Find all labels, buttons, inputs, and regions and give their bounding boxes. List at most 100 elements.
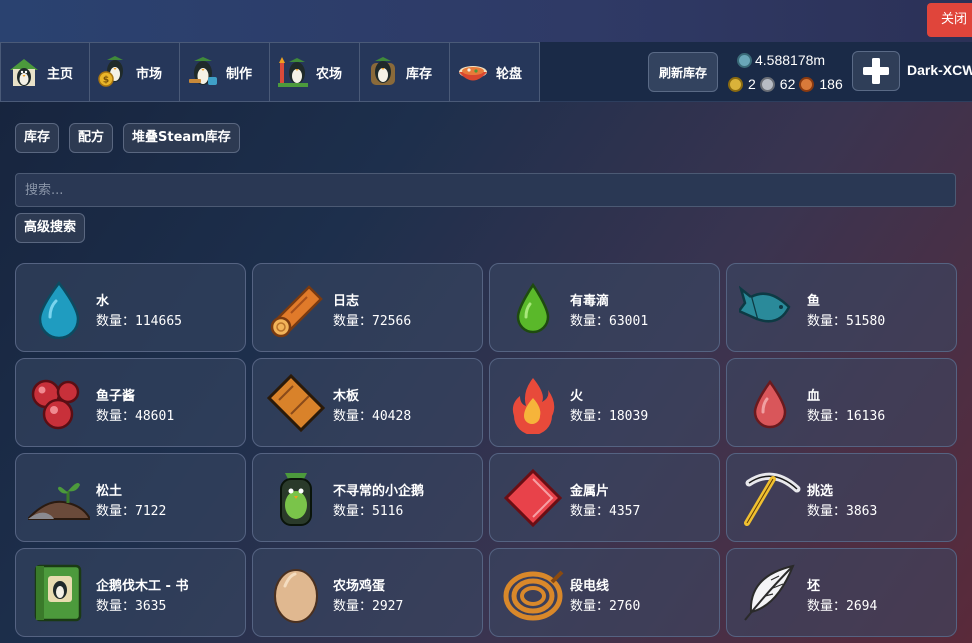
tab-label: 市场	[136, 66, 163, 82]
gold-medal-icon	[728, 76, 743, 92]
item-quantity: 数量：5116	[333, 504, 404, 519]
inventory-card[interactable]: 农场鸡蛋 数量：2927	[252, 548, 483, 637]
tab-farm[interactable]: 农场	[270, 42, 360, 102]
plus-icon	[863, 58, 889, 84]
penguin-tools-icon	[189, 57, 217, 85]
poison-drop-icon	[516, 282, 550, 334]
username[interactable]: Dark-XCW	[907, 62, 972, 78]
search-input[interactable]	[15, 173, 956, 207]
roulette-bowl-icon	[459, 66, 487, 81]
inventory-card[interactable]: 鱼子酱 数量：48601	[15, 358, 246, 447]
balance-value: 4.588178m	[755, 52, 826, 68]
inventory-card[interactable]: 挑选 数量：3863	[726, 453, 957, 542]
tab-market[interactable]: $ 市场	[90, 42, 180, 102]
item-name: 挑选	[807, 484, 834, 499]
pickaxe-icon	[744, 472, 801, 526]
item-quantity: 数量：114665	[96, 314, 182, 329]
close-button[interactable]: 关闭	[927, 3, 972, 37]
refresh-inventory-button[interactable]: 刷新库存	[648, 52, 718, 92]
item-quantity: 数量：72566	[333, 314, 412, 329]
bronze-count: 186	[819, 76, 843, 92]
item-quantity: 数量：51580	[807, 314, 886, 329]
main-nav: 主页 $ 市场 制作 农场 库存 轮盘 刷新库存 4.588178m 2 62 …	[0, 42, 972, 102]
soil-sprout-icon	[28, 483, 90, 520]
item-name: 坯	[807, 579, 821, 594]
egg-icon	[274, 569, 318, 623]
tab-steam-inventory[interactable]: 堆叠Steam库存	[123, 123, 240, 153]
advanced-search-button[interactable]: 高级搜索	[15, 213, 86, 243]
svg-text:$: $	[103, 76, 109, 86]
tab-home[interactable]: 主页	[0, 42, 90, 102]
inventory-card[interactable]: 日志 数量：72566	[252, 263, 483, 352]
sub-tabs: 库存 配方 堆叠Steam库存	[15, 123, 240, 153]
inventory-card[interactable]: 坯 数量：2694	[726, 548, 957, 637]
item-quantity: 数量：63001	[570, 314, 649, 329]
item-quantity: 数量：7122	[96, 504, 167, 519]
penguin-home-icon	[10, 59, 38, 86]
book-icon	[34, 564, 82, 622]
silver-count: 62	[779, 76, 796, 92]
caviar-icon	[31, 379, 80, 430]
item-name: 金属片	[570, 484, 610, 499]
inventory-card[interactable]: 木板 数量：40428	[252, 358, 483, 447]
item-name: 血	[807, 389, 821, 404]
plank-icon	[266, 373, 326, 433]
log-icon	[270, 285, 323, 338]
inventory-card[interactable]: 段电线 数量：2760	[489, 548, 720, 637]
inventory-card[interactable]: 松土 数量：7122	[15, 453, 246, 542]
tab-inventory[interactable]: 库存	[360, 42, 450, 102]
tab-label: 制作	[226, 66, 253, 82]
item-name: 不寻常的小企鹅	[333, 484, 425, 499]
inventory-card[interactable]: 有毒滴 数量：63001	[489, 263, 720, 352]
item-name: 松土	[96, 484, 123, 499]
item-quantity: 数量：2927	[333, 599, 404, 614]
tab-inventory-sub[interactable]: 库存	[15, 123, 60, 153]
water-drop-icon	[38, 280, 80, 339]
tab-label: 库存	[406, 66, 433, 82]
tab-recipes[interactable]: 配方	[69, 123, 114, 153]
gold-count: 2	[748, 76, 756, 92]
item-quantity: 数量：2694	[807, 599, 878, 614]
penguin-coin-icon	[737, 52, 752, 68]
item-name: 鱼	[807, 294, 821, 309]
penguin-backpack-icon	[371, 57, 395, 85]
item-name: 有毒滴	[570, 294, 610, 309]
item-name: 农场鸡蛋	[333, 579, 386, 594]
nav-tabs: 主页 $ 市场 制作 农场 库存 轮盘	[0, 42, 540, 102]
inventory-card[interactable]: 金属片 数量：4357	[489, 453, 720, 542]
item-name: 火	[570, 389, 584, 404]
penguin-coin-icon: $	[98, 56, 123, 87]
metal-sheet-icon	[503, 468, 563, 528]
tab-label: 轮盘	[496, 66, 523, 82]
balance: 4.588178m	[737, 50, 825, 70]
fish-icon	[739, 285, 791, 323]
top-bar: 关闭	[0, 0, 972, 42]
tab-label: 农场	[316, 66, 343, 82]
penguin-farm-icon	[278, 57, 308, 87]
feather-icon	[744, 564, 795, 621]
add-button[interactable]	[852, 51, 900, 91]
item-quantity: 数量：48601	[96, 409, 175, 424]
blood-drop-icon	[753, 379, 787, 429]
item-quantity: 数量：40428	[333, 409, 412, 424]
item-name: 段电线	[570, 579, 610, 594]
tab-crafting[interactable]: 制作	[180, 42, 270, 102]
inventory-card[interactable]: 水 数量：114665	[15, 263, 246, 352]
currency-stats: 2 62 186	[728, 74, 843, 94]
penguin-jar-icon	[280, 473, 312, 526]
fire-icon	[512, 378, 555, 434]
tab-roulette[interactable]: 轮盘	[450, 42, 540, 102]
item-name: 水	[96, 294, 110, 309]
wire-coil-icon	[503, 570, 564, 621]
inventory-card[interactable]: 鱼 数量：51580	[726, 263, 957, 352]
inventory-card[interactable]: 企鹅伐木工 - 书 数量：3635	[15, 548, 246, 637]
inventory-card[interactable]: 血 数量：16136	[726, 358, 957, 447]
item-name: 日志	[333, 294, 360, 309]
item-name: 木板	[333, 389, 360, 404]
inventory-grid: 水 数量：114665 日志 数量：72566 有毒滴 数量：63001 鱼 数…	[15, 263, 957, 637]
item-quantity: 数量：18039	[570, 409, 649, 424]
item-quantity: 数量：4357	[570, 504, 641, 519]
inventory-card[interactable]: 火 数量：18039	[489, 358, 720, 447]
inventory-card[interactable]: 不寻常的小企鹅 数量：5116	[252, 453, 483, 542]
item-name: 鱼子酱	[96, 389, 136, 404]
